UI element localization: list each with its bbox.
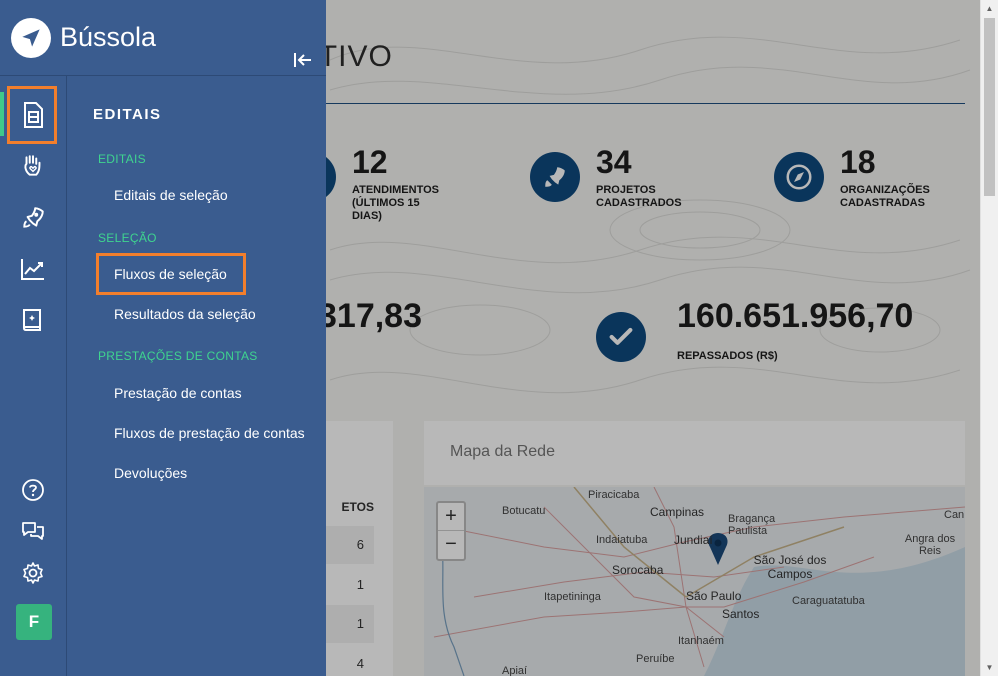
icon-rail — [0, 76, 67, 676]
active-indicator — [0, 92, 4, 136]
submenu-title: EDITAIS — [93, 106, 162, 123]
rocket-icon — [23, 207, 44, 228]
menu-item-editais-de-selecao[interactable]: Editais de seleção — [114, 187, 228, 203]
brand-header: Bússola — [0, 0, 326, 76]
gear-icon[interactable] — [15, 555, 51, 591]
sidebar: Bússola F EDITAIS EDITAIS Editais de sel… — [0, 0, 326, 676]
fluxos-highlight-box — [96, 253, 246, 295]
menu-item-prestacao-de-contas[interactable]: Prestação de contas — [114, 385, 242, 401]
chart-line-icon — [21, 259, 44, 280]
page-scrollbar[interactable]: ▲ ▼ — [980, 0, 998, 676]
book-icon — [23, 309, 41, 331]
scroll-thumb[interactable] — [984, 18, 995, 196]
rail-item-biblioteca[interactable] — [15, 302, 51, 338]
section-label-editais: EDITAIS — [98, 152, 146, 166]
section-label-selecao: SELEÇÃO — [98, 231, 157, 245]
rail-item-indicadores[interactable] — [15, 251, 51, 287]
scroll-down-arrow-icon[interactable]: ▼ — [981, 659, 998, 676]
editais-highlight-box — [7, 86, 57, 144]
scroll-up-arrow-icon[interactable]: ▲ — [981, 0, 998, 17]
menu-item-devolucoes[interactable]: Devoluções — [114, 465, 187, 481]
rail-item-atendimentos[interactable] — [15, 148, 51, 184]
collapse-left-icon[interactable] — [292, 50, 318, 72]
help-icon[interactable] — [15, 472, 51, 508]
avatar[interactable]: F — [16, 604, 52, 640]
compass-logo-icon[interactable] — [11, 18, 51, 58]
menu-item-fluxos-de-prestacao[interactable]: Fluxos de prestação de contas — [114, 425, 305, 441]
heart-hand-icon — [24, 155, 41, 176]
brand-name[interactable]: Bússola — [60, 22, 156, 53]
rail-item-projetos[interactable] — [15, 200, 51, 236]
section-label-prestacoes: PRESTAÇÕES DE CONTAS — [98, 349, 258, 363]
menu-item-resultados-da-selecao[interactable]: Resultados da seleção — [114, 306, 256, 322]
editais-submenu: EDITAIS EDITAIS Editais de seleção SELEÇ… — [67, 76, 326, 676]
chat-icon[interactable] — [15, 513, 51, 549]
